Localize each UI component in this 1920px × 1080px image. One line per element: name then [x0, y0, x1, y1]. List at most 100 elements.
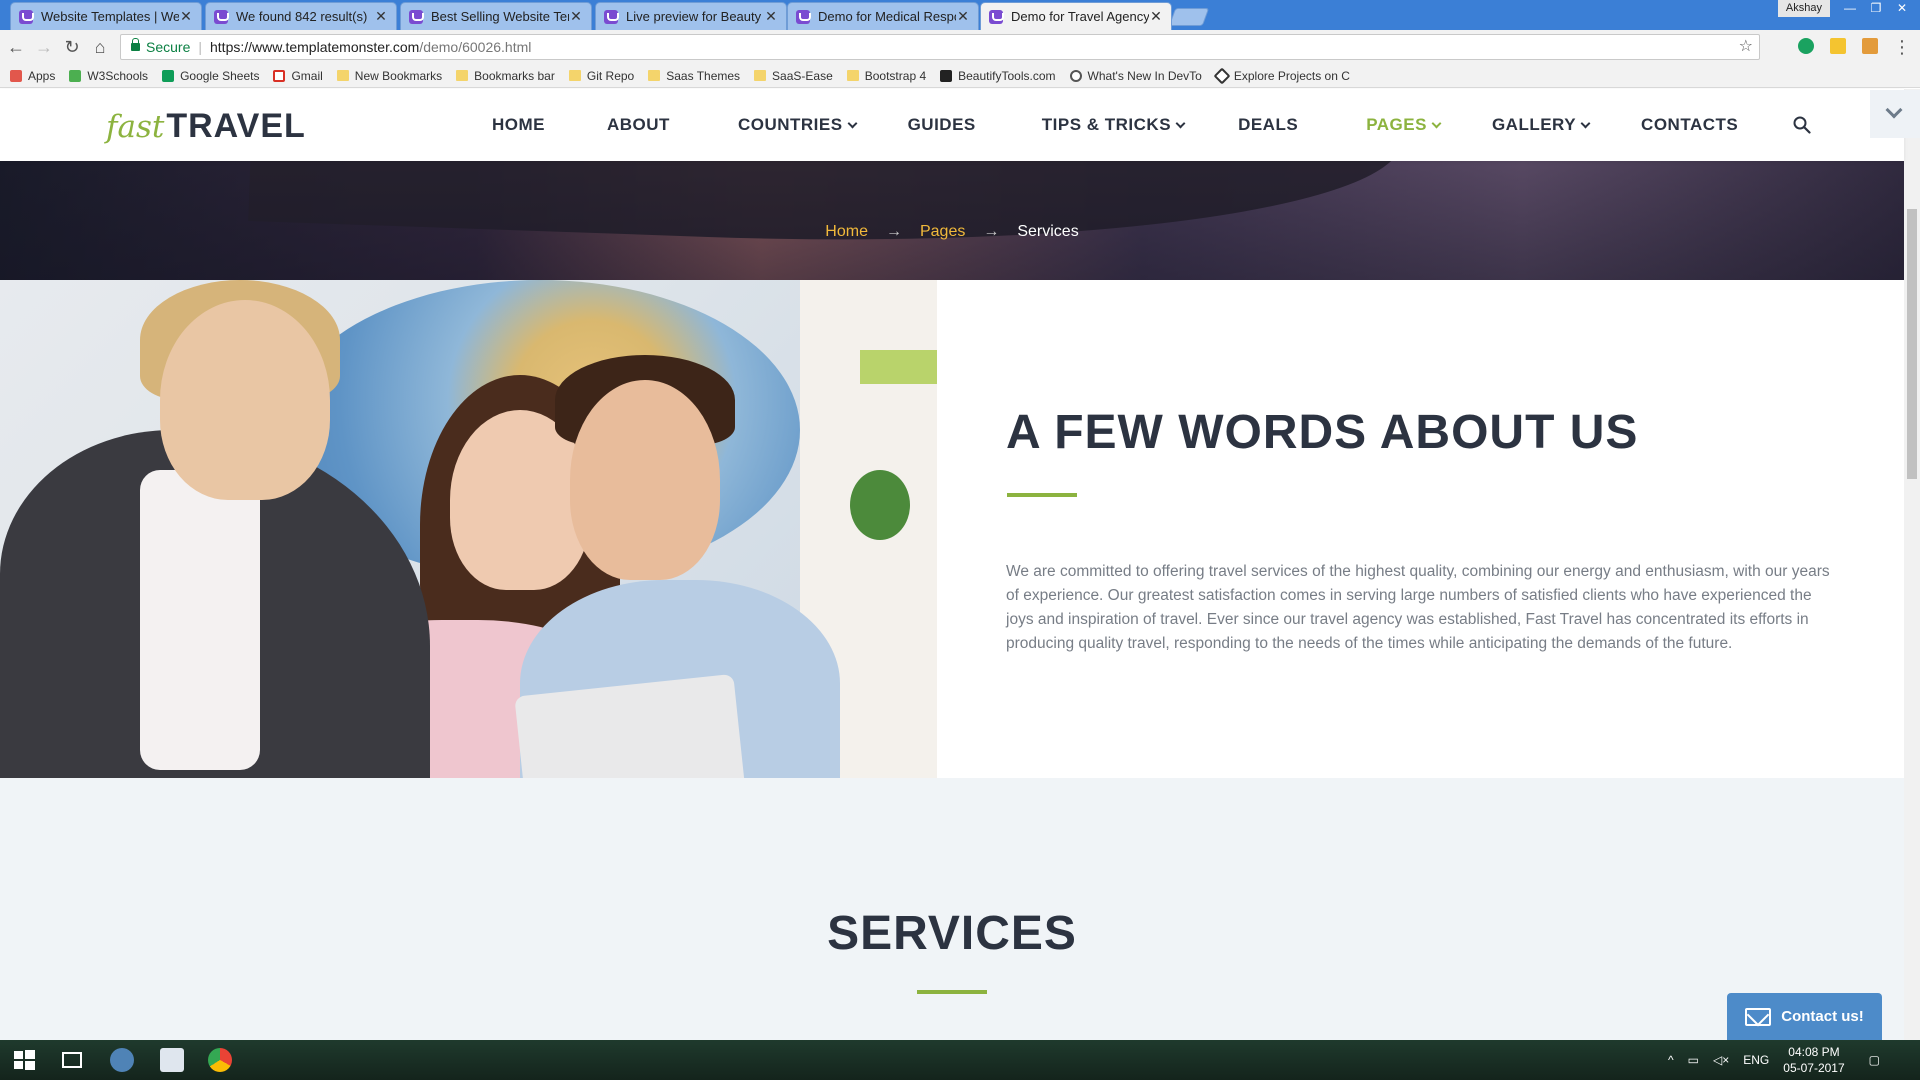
close-window-icon[interactable]: ✕	[1890, 0, 1914, 17]
nav-pages[interactable]: PAGES	[1366, 115, 1442, 135]
site-logo[interactable]: fastTRAVEL	[106, 107, 306, 146]
task-view-icon[interactable]	[60, 1048, 84, 1072]
heading-underline	[1007, 493, 1077, 497]
bookmark-folder[interactable]: Saas Themes	[648, 69, 740, 83]
browser-tab-active[interactable]: Demo for Travel Agency ✕	[980, 2, 1172, 30]
nav-guides[interactable]: GUIDES	[908, 115, 976, 135]
bookmark-folder[interactable]: Git Repo	[568, 69, 634, 83]
breadcrumb-pages[interactable]: Pages	[920, 223, 965, 240]
bookmark-label: BeautifyTools.com	[958, 68, 1056, 83]
lock-icon	[131, 38, 140, 51]
mail-icon	[1745, 1007, 1772, 1026]
browser-tab[interactable]: Best Selling Website Tem ✕	[400, 2, 592, 30]
bookmark-folder[interactable]: Bootstrap 4	[846, 69, 926, 83]
new-tab-button[interactable]	[1168, 8, 1210, 26]
bookmark-star-icon[interactable]: ☆	[1739, 35, 1753, 59]
forward-icon[interactable]: →	[34, 37, 54, 57]
url-input[interactable]: Secure | https://www.templatemonster.com/d…	[120, 34, 1760, 60]
nav-home[interactable]: HOME	[492, 115, 545, 135]
bookmark-label: Bookmarks bar	[474, 68, 555, 83]
bookmark-apps[interactable]: Apps	[10, 69, 55, 83]
about-text: We are committed to offering travel serv…	[1006, 563, 1830, 652]
app-icon[interactable]	[160, 1048, 184, 1072]
restore-icon[interactable]: ❐	[1864, 0, 1888, 17]
extension-icon[interactable]	[1798, 38, 1814, 54]
clock-date: 05-07-2017	[1783, 1061, 1845, 1075]
browser-tab[interactable]: We found 842 result(s) ✕	[205, 2, 397, 30]
close-icon[interactable]: ✕	[1149, 8, 1163, 25]
browser-tab[interactable]: Website Templates | Web ✕	[10, 2, 202, 30]
logo-fast: fast	[106, 109, 165, 145]
url-host: https://www.templatemonster.com	[210, 39, 420, 55]
templatemonster-icon	[604, 9, 619, 24]
close-icon[interactable]: ✕	[569, 8, 583, 25]
bookmark-item[interactable]: Google Sheets	[162, 69, 259, 83]
bookmark-folder[interactable]: New Bookmarks	[336, 68, 443, 83]
bookmark-folder[interactable]: SaaS-Ease	[754, 69, 833, 83]
page-scrollbar[interactable]	[1904, 89, 1920, 1040]
chevron-down-icon	[1431, 118, 1442, 128]
notifications-icon[interactable]: ▢	[1869, 1053, 1880, 1067]
templatemonster-icon	[409, 9, 424, 24]
panel-toggle-button[interactable]	[1870, 90, 1920, 138]
reload-icon[interactable]: ↻	[62, 37, 82, 57]
heading-underline	[917, 990, 987, 994]
bookmark-item[interactable]: W3Schools	[69, 69, 148, 83]
nav-deals[interactable]: DEALS	[1238, 115, 1298, 135]
browser-tab[interactable]: Demo for Medical Respo ✕	[787, 2, 979, 30]
tab-title: Live preview for Beauty F	[626, 9, 764, 24]
close-icon[interactable]: ✕	[374, 8, 388, 25]
about-section: A FEW WORDS ABOUT US We are committed to…	[937, 280, 1904, 778]
close-icon[interactable]: ✕	[956, 8, 970, 25]
folder-icon	[648, 70, 661, 81]
sheets-icon	[162, 69, 175, 82]
services-heading: SERVICES	[827, 907, 1077, 960]
chrome-icon[interactable]	[208, 1048, 232, 1072]
apps-grid-icon	[10, 69, 22, 82]
browser-tab-strip: Website Templates | Web ✕ We found 842 r…	[0, 0, 1920, 30]
breadcrumb-home[interactable]: Home	[825, 223, 868, 240]
home-icon[interactable]: ⌂	[90, 37, 110, 57]
nav-countries[interactable]: COUNTRIES	[738, 115, 858, 135]
app-icon[interactable]	[110, 1048, 134, 1072]
back-icon[interactable]: ←	[6, 37, 26, 57]
chevron-up-icon[interactable]: ^	[1668, 1053, 1674, 1067]
templatemonster-icon	[796, 9, 811, 24]
beautifytools-icon	[940, 69, 953, 82]
volume-icon[interactable]: ◁×	[1713, 1053, 1729, 1067]
chevron-down-icon	[1175, 118, 1186, 128]
bookmark-item[interactable]: Explore Projects on C	[1213, 67, 1350, 84]
browser-tab[interactable]: Live preview for Beauty F ✕	[595, 2, 787, 30]
network-icon[interactable]: ▭	[1688, 1053, 1699, 1067]
clock[interactable]: 04:08 PM 05-07-2017	[1783, 1044, 1844, 1076]
bookmark-item[interactable]: Gmail	[273, 69, 323, 83]
extension-star-icon[interactable]	[1830, 38, 1846, 54]
gmail-icon	[273, 69, 286, 82]
bookmark-label: New Bookmarks	[354, 68, 443, 83]
nav-about[interactable]: ABOUT	[607, 115, 670, 135]
bookmarks-bar: Apps W3Schools Google Sheets Gmail New B…	[0, 64, 1920, 88]
contact-us-button[interactable]: Contact us!	[1727, 993, 1882, 1040]
nav-tips-tricks[interactable]: TIPS & TRICKS	[1042, 115, 1186, 135]
tab-title: Demo for Travel Agency	[1011, 9, 1149, 24]
extension-icon[interactable]	[1862, 38, 1878, 54]
bookmark-item[interactable]: What's New In DevTo	[1069, 69, 1202, 83]
contact-us-label: Contact us!	[1781, 1008, 1864, 1025]
close-icon[interactable]: ✕	[764, 8, 778, 25]
menu-icon[interactable]: ⋮	[1892, 37, 1912, 57]
nav-contacts[interactable]: CONTACTS	[1641, 115, 1738, 135]
language-indicator[interactable]: ENG	[1743, 1053, 1769, 1067]
folder-icon	[846, 70, 859, 81]
tab-title: Website Templates | Web	[41, 9, 179, 24]
minimize-icon[interactable]: —	[1838, 0, 1862, 17]
bookmark-item[interactable]: BeautifyTools.com	[940, 68, 1056, 83]
hero-banner-image	[0, 161, 1904, 280]
close-icon[interactable]: ✕	[179, 8, 193, 25]
nav-gallery[interactable]: GALLERY	[1492, 115, 1591, 135]
about-heading: A FEW WORDS ABOUT US	[1006, 406, 1639, 459]
windows-start-icon[interactable]	[12, 1048, 36, 1072]
profile-button[interactable]: Akshay	[1777, 0, 1830, 17]
search-icon[interactable]	[1793, 116, 1811, 134]
scrollbar-thumb[interactable]	[1907, 209, 1917, 479]
bookmark-folder[interactable]: Bookmarks bar	[456, 69, 555, 83]
